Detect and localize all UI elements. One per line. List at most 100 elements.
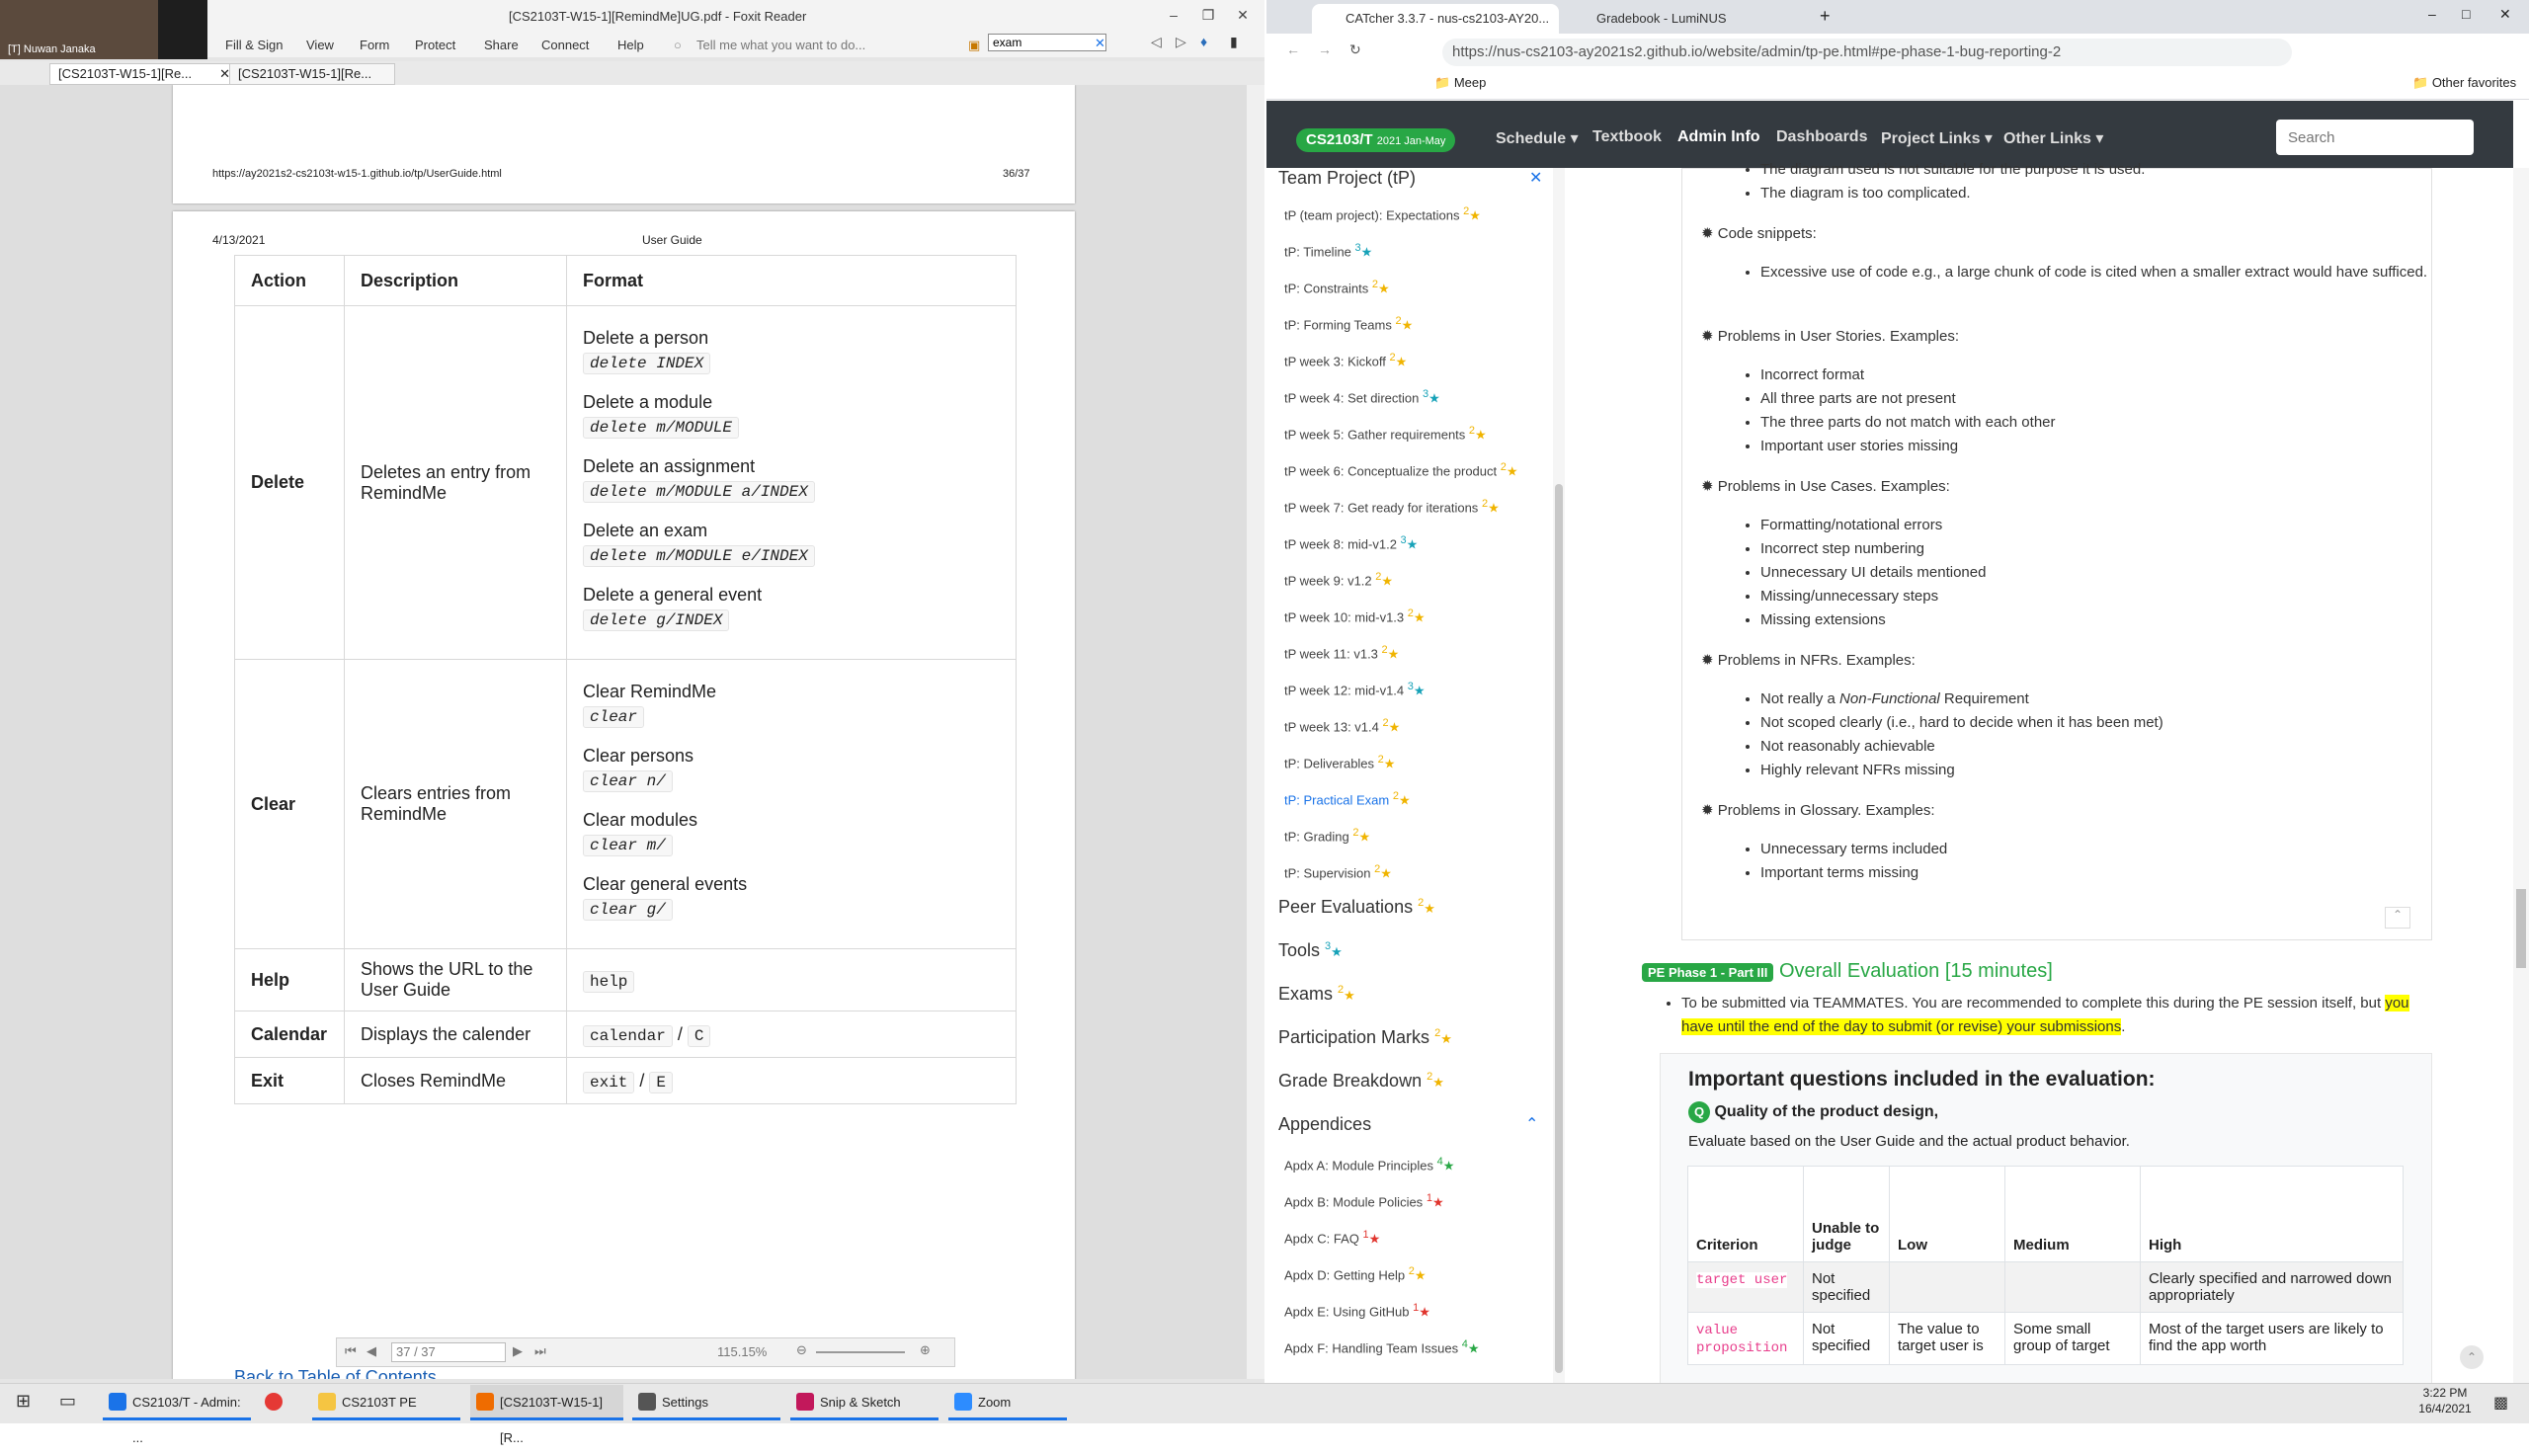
prev-result-icon[interactable]: ◁: [1151, 34, 1162, 50]
other-favorites[interactable]: 📁 Other favorites: [2412, 75, 2516, 91]
find-input[interactable]: [988, 34, 1106, 51]
close-icon[interactable]: ✕: [1230, 4, 1256, 26]
menu-connect[interactable]: Connect: [541, 38, 589, 52]
collapse-icon[interactable]: ✕: [1529, 168, 1542, 188]
content-scrollbar[interactable]: [2513, 168, 2529, 1383]
sidebar-item-current[interactable]: tP: Practical Exam 2★: [1284, 790, 1411, 808]
page-number-field[interactable]: 37 / 37: [391, 1342, 506, 1362]
sidebar-item[interactable]: tP week 10: mid-v1.3 2★: [1284, 607, 1426, 625]
sidebar-section[interactable]: Tools 3★: [1278, 940, 1343, 961]
restore-icon[interactable]: ❐: [1195, 4, 1221, 26]
reload-icon[interactable]: ↻: [1349, 41, 1361, 58]
sidebar-item[interactable]: tP: Grading 2★: [1284, 827, 1370, 845]
nav-textbook[interactable]: Textbook: [1592, 128, 1662, 146]
sidebar-item[interactable]: tP: Forming Teams 2★: [1284, 315, 1413, 333]
start-icon[interactable]: ⊞: [16, 1391, 31, 1412]
menu-form[interactable]: Form: [360, 38, 389, 52]
prev-page-icon[interactable]: ◀: [367, 1343, 376, 1359]
sidebar-item[interactable]: Apdx E: Using GitHub 1★: [1284, 1302, 1430, 1320]
taskbar-app-edge[interactable]: CS2103/T - Admin: ...: [103, 1385, 251, 1445]
taskbar-app-chrome[interactable]: [259, 1385, 298, 1420]
taskbar-app-zoom[interactable]: Zoom: [948, 1385, 1067, 1420]
sidebar-item[interactable]: tP: Constraints 2★: [1284, 279, 1390, 296]
taskbar-app-explorer[interactable]: CS2103T PE: [312, 1385, 460, 1420]
sidebar-scroll-thumb[interactable]: [1555, 484, 1563, 1373]
sidebar-section[interactable]: Participation Marks 2★: [1278, 1027, 1452, 1048]
taskbar-app-settings[interactable]: Settings: [632, 1385, 780, 1420]
nav-other-links[interactable]: Other Links ▾: [2003, 128, 2103, 148]
sidebar-item[interactable]: tP week 12: mid-v1.4 3★: [1284, 681, 1426, 698]
tab-catcher[interactable]: CATcher 3.3.7 - nus-cs2103-AY20...: [1312, 4, 1559, 34]
zoom-slider[interactable]: [816, 1351, 905, 1353]
bookmark-icon[interactable]: ▮: [1230, 34, 1238, 50]
site-search-input[interactable]: [2276, 120, 2474, 155]
zoom-level[interactable]: 115.15%: [717, 1344, 767, 1359]
notification-icon[interactable]: ▩: [2493, 1393, 2508, 1413]
sidebar-item[interactable]: tP week 7: Get ready for iterations 2★: [1284, 498, 1500, 516]
chevron-up-icon[interactable]: ⌃: [1525, 1114, 1538, 1134]
sidebar-item[interactable]: Apdx F: Handling Team Issues 4★: [1284, 1338, 1479, 1356]
taskbar-app-foxit[interactable]: [CS2103T-W15-1][R...: [470, 1385, 623, 1445]
sidebar-item[interactable]: tP week 11: v1.3 2★: [1284, 644, 1399, 662]
doc-tab-2[interactable]: [CS2103T-W15-1][Re...: [229, 63, 395, 85]
back-to-toc-link[interactable]: Back to Table of Contents: [234, 1367, 437, 1379]
new-tab-icon[interactable]: +: [1820, 6, 1831, 27]
bookmark-folder-meep[interactable]: 📁 Meep: [1434, 75, 1486, 91]
sidebar-section[interactable]: Exams 2★: [1278, 984, 1355, 1005]
sidebar-item[interactable]: tP: Timeline 3★: [1284, 242, 1372, 260]
first-page-icon[interactable]: ⏮: [345, 1343, 357, 1359]
collapse-panel-icon[interactable]: ⌃: [2385, 907, 2410, 929]
sidebar-item[interactable]: tP week 6: Conceptualize the product 2★: [1284, 461, 1518, 479]
last-page-icon[interactable]: ⏭: [534, 1343, 546, 1359]
nav-schedule[interactable]: Schedule ▾: [1496, 128, 1579, 148]
forward-icon[interactable]: →: [1318, 41, 1332, 57]
back-icon[interactable]: ←: [1286, 41, 1300, 57]
sidebar-item[interactable]: tP week 8: mid-v1.2 3★: [1284, 534, 1418, 552]
sidebar-item[interactable]: tP week 3: Kickoff 2★: [1284, 352, 1407, 369]
bell-icon[interactable]: ♦: [1200, 34, 1207, 49]
minimize-icon[interactable]: –: [2428, 6, 2436, 22]
menu-help[interactable]: Help: [617, 38, 644, 52]
minimize-icon[interactable]: –: [1161, 4, 1186, 26]
nav-project-links[interactable]: Project Links ▾: [1881, 128, 1993, 148]
sidebar-item[interactable]: Apdx A: Module Principles 4★: [1284, 1156, 1454, 1173]
sidebar-item[interactable]: tP (team project): Expectations 2★: [1284, 205, 1481, 223]
next-result-icon[interactable]: ▷: [1176, 34, 1186, 50]
tell-me-box[interactable]: Tell me what you want to do...: [696, 38, 865, 52]
menu-share[interactable]: Share: [484, 38, 519, 52]
menu-protect[interactable]: Protect: [415, 38, 455, 52]
clear-search-icon[interactable]: ✕: [1095, 36, 1105, 51]
menu-view[interactable]: View: [306, 38, 334, 52]
zoom-in-icon[interactable]: ⊕: [920, 1342, 931, 1358]
menu-fill-sign[interactable]: Fill & Sign: [225, 38, 284, 52]
nav-admin-info[interactable]: Admin Info: [1677, 128, 1760, 146]
sidebar-section[interactable]: Peer Evaluations 2★: [1278, 897, 1435, 918]
system-clock[interactable]: 3:22 PM 16/4/2021: [2410, 1385, 2480, 1416]
sidebar-item[interactable]: tP: Deliverables 2★: [1284, 754, 1395, 771]
pdf-viewport[interactable]: https://ay2021s2-cs2103t-w15-1.github.io…: [0, 85, 1247, 1379]
close-icon[interactable]: ✕: [2499, 6, 2511, 23]
sidebar-section[interactable]: Grade Breakdown 2★: [1278, 1071, 1444, 1092]
zoom-out-icon[interactable]: ⊖: [796, 1342, 807, 1358]
next-page-icon[interactable]: ▶: [513, 1343, 523, 1359]
maximize-icon[interactable]: □: [2462, 6, 2470, 22]
nav-dashboards[interactable]: Dashboards: [1776, 128, 1867, 146]
scroll-top-icon[interactable]: ⌃: [2460, 1345, 2484, 1369]
sidebar-section-team-project[interactable]: Team Project (tP): [1278, 168, 1416, 189]
site-brand[interactable]: CS2103/T 2021 Jan-May: [1296, 128, 1456, 152]
address-bar[interactable]: https://nus-cs2103-ay2021s2.github.io/we…: [1442, 39, 2292, 66]
sidebar-item[interactable]: Apdx C: FAQ 1★: [1284, 1229, 1380, 1247]
content-scroll-thumb[interactable]: [2516, 889, 2526, 968]
sidebar-item[interactable]: Apdx D: Getting Help 2★: [1284, 1265, 1427, 1283]
doc-tab-1[interactable]: [CS2103T-W15-1][Re... ✕: [49, 63, 235, 85]
pdf-scrollbar[interactable]: [1247, 85, 1264, 1379]
sidebar-item[interactable]: tP week 4: Set direction 3★: [1284, 388, 1440, 406]
task-view-icon[interactable]: ▭: [59, 1391, 76, 1412]
sidebar-section-appendices[interactable]: Appendices: [1278, 1114, 1371, 1135]
sidebar-item[interactable]: tP week 5: Gather requirements 2★: [1284, 425, 1487, 443]
sidebar-item[interactable]: Apdx B: Module Policies 1★: [1284, 1192, 1444, 1210]
sidebar-item[interactable]: tP week 9: v1.2 2★: [1284, 571, 1393, 589]
tab-gradebook[interactable]: Gradebook - LumiNUS: [1563, 4, 1810, 34]
taskbar-app-snip[interactable]: Snip & Sketch: [790, 1385, 938, 1420]
sidebar-item[interactable]: tP week 13: v1.4 2★: [1284, 717, 1400, 735]
